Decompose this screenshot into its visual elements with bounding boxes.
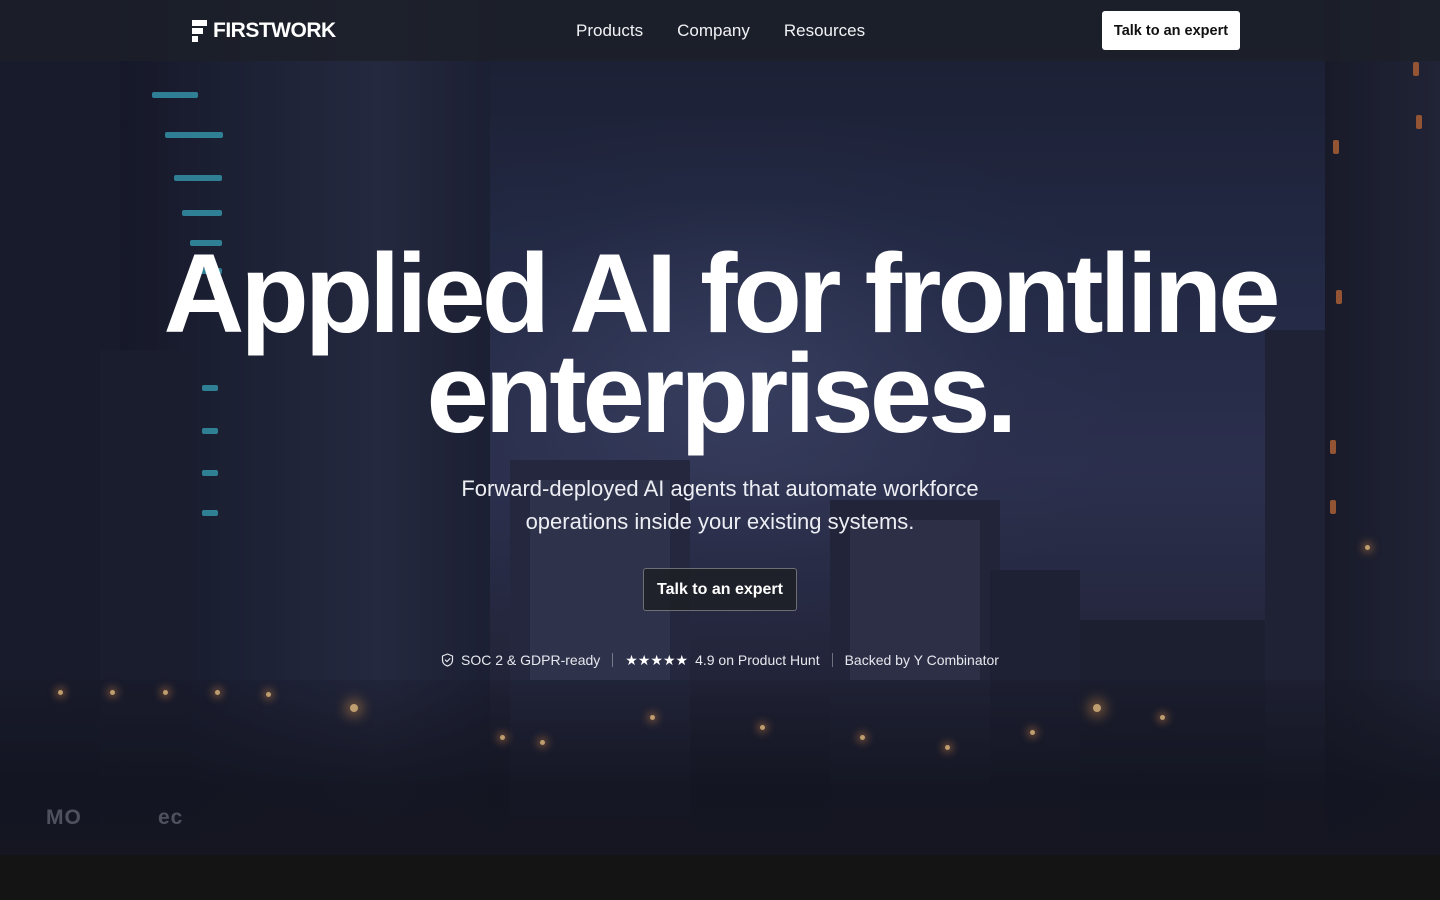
star-rating-icon: ★★★★★ bbox=[625, 651, 689, 668]
divider bbox=[612, 653, 614, 667]
top-nav: FIRSTWORK Products Company Resources Tal… bbox=[0, 0, 1440, 61]
shield-check-icon bbox=[441, 653, 454, 667]
hero-headline: Applied AI for frontline enterprises. bbox=[0, 231, 1440, 456]
hero-subheading: Forward-deployed AI agents that automate… bbox=[420, 472, 1020, 538]
nav-link-resources[interactable]: Resources bbox=[784, 21, 865, 41]
hero-subheading-line-2: operations inside your existing systems. bbox=[525, 509, 915, 534]
firstwork-logo-icon bbox=[192, 20, 207, 42]
hero-subheading-line-1: Forward-deployed AI agents that automate… bbox=[461, 476, 979, 501]
rating-label: 4.9 on Product Hunt bbox=[695, 652, 820, 668]
nav-talk-to-expert-button[interactable]: Talk to an expert bbox=[1102, 11, 1240, 50]
backing-label: Backed by Y Combinator bbox=[844, 652, 999, 668]
security-label: SOC 2 & GDPR-ready bbox=[461, 652, 601, 668]
next-section bbox=[0, 855, 1440, 900]
brand-logo[interactable]: FIRSTWORK bbox=[192, 19, 336, 43]
trust-item-backing: Backed by Y Combinator bbox=[845, 652, 999, 668]
nav-link-products[interactable]: Products bbox=[576, 21, 643, 41]
hero-headline-line-2: enterprises. bbox=[426, 331, 1018, 456]
hero-talk-to-expert-button[interactable]: Talk to an expert bbox=[643, 568, 797, 611]
brand-name: FIRSTWORK bbox=[213, 19, 336, 42]
nav-link-company[interactable]: Company bbox=[677, 21, 750, 41]
divider bbox=[831, 653, 833, 667]
nav-menu: Products Company Resources bbox=[576, 0, 865, 61]
trust-item-security: SOC 2 & GDPR-ready bbox=[441, 652, 600, 668]
trust-badges: SOC 2 & GDPR-ready ★★★★★ 4.9 on Product … bbox=[0, 650, 1440, 670]
trust-item-rating: ★★★★★ 4.9 on Product Hunt bbox=[625, 652, 819, 669]
hero-headline-line-1: Applied AI for frontline bbox=[163, 231, 1280, 356]
